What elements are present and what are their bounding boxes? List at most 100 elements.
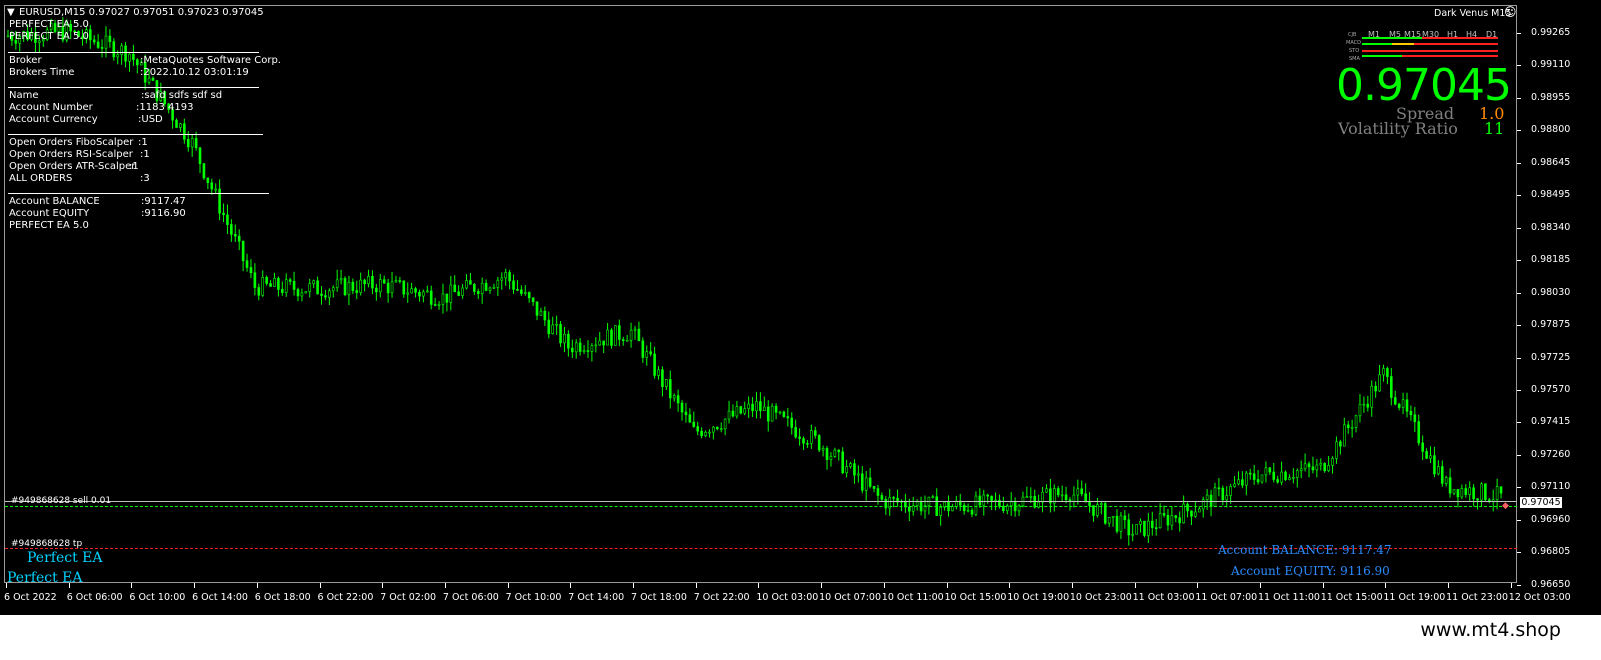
candle [206, 177, 210, 190]
candle [1072, 486, 1076, 508]
candle [731, 404, 735, 418]
candle [1354, 414, 1358, 433]
candle [868, 467, 872, 489]
price-tick-label: 0.97725 [1531, 351, 1571, 363]
candle [1209, 489, 1213, 517]
sell-order-line[interactable] [5, 506, 1517, 507]
candle [304, 291, 308, 294]
price-tick-label: 0.97570 [1531, 383, 1571, 395]
candle [641, 337, 645, 363]
time-tick-label: 6 Oct 22:00 [317, 592, 374, 603]
candle [778, 410, 782, 415]
chart-menu-icon[interactable]: ▼ [7, 7, 15, 19]
price-tick-mark [1517, 325, 1521, 327]
time-tick-label: 11 Oct 07:00 [1195, 592, 1258, 603]
time-tick-mark [1510, 583, 1512, 588]
candle [418, 289, 421, 302]
candle [543, 306, 547, 326]
time-tick-mark [131, 583, 133, 588]
candle [880, 492, 884, 501]
candle [1425, 448, 1428, 460]
candle [896, 489, 899, 507]
price-tick-label: 0.98495 [1531, 189, 1571, 201]
candle [833, 447, 837, 458]
candle [1131, 523, 1134, 542]
candle [308, 278, 312, 298]
strength-bar [1362, 50, 1498, 52]
time-tick-mark [1385, 583, 1387, 588]
candle [939, 504, 942, 526]
candle [253, 263, 257, 296]
candle [261, 270, 265, 297]
time-tick-label: 10 Oct 23:00 [1069, 592, 1132, 603]
account-currency-value: :USD [138, 114, 163, 125]
perfect-ea-label: Perfect EA [27, 550, 103, 566]
candle [680, 399, 684, 421]
candle [375, 283, 378, 301]
candle [316, 276, 319, 295]
candle [966, 503, 970, 513]
candle [551, 316, 555, 335]
candle [1002, 496, 1005, 514]
time-tick-label: 6 Oct 18:00 [254, 592, 311, 603]
candle [508, 269, 511, 290]
candle [367, 269, 370, 288]
candle [629, 322, 633, 348]
price-tick-mark [1517, 97, 1521, 99]
candle [1393, 390, 1397, 406]
candle [1346, 420, 1350, 434]
candle [1080, 480, 1084, 497]
candle [653, 346, 656, 379]
candle [794, 419, 797, 439]
candle [1331, 456, 1334, 474]
price-tick-mark [1517, 454, 1521, 456]
current-price-label: 0.97045 [1520, 497, 1562, 508]
candle [958, 493, 962, 511]
ea-title: PERFECT EA 5.0 [9, 19, 89, 30]
candle [586, 340, 590, 359]
candle [1233, 476, 1236, 488]
candle [1319, 458, 1323, 471]
candle [708, 429, 711, 438]
equity-overlay: Account EQUITY: 9116.90 [1231, 564, 1390, 578]
candle [857, 465, 860, 483]
name-label: Name [9, 90, 39, 101]
price-tick-label: 0.96650 [1531, 578, 1571, 590]
candle [1025, 486, 1029, 499]
candle [782, 410, 786, 418]
candle [1221, 485, 1225, 506]
rsi-orders-label: Open Orders RSI-Scalper [9, 149, 133, 160]
candle [1103, 501, 1107, 525]
candle [751, 397, 754, 417]
candle [661, 366, 664, 397]
candle [1484, 483, 1487, 502]
candle [1041, 486, 1044, 513]
price-tick-mark [1517, 292, 1521, 294]
candle [739, 405, 743, 415]
strength-bar [1362, 55, 1402, 57]
candle [1460, 484, 1464, 500]
candle [347, 275, 351, 306]
candle [1448, 468, 1452, 498]
candle [1088, 492, 1091, 513]
order-arrow-icon: ◆ [1502, 501, 1509, 511]
time-tick-mark [507, 583, 509, 588]
smiley-icon: ☺ [1504, 5, 1517, 19]
candle [331, 285, 335, 298]
price-tick-label: 0.99110 [1531, 59, 1571, 71]
candle [288, 277, 292, 286]
candle [378, 274, 382, 298]
candle [292, 271, 296, 296]
chart-window[interactable]: ▼ EURUSD,M15 0.97027 0.97051 0.97023 0.9… [0, 0, 1601, 615]
candle [269, 280, 272, 287]
candle [1480, 482, 1483, 507]
candle [241, 240, 245, 272]
time-tick-label: 12 Oct 03:00 [1508, 592, 1571, 603]
candle [825, 445, 829, 470]
candle [723, 418, 727, 436]
equity-label: Account EQUITY [9, 208, 90, 219]
candle [426, 285, 429, 293]
price-tick-label: 0.98955 [1531, 91, 1571, 103]
candle [755, 391, 758, 419]
candle [923, 495, 927, 519]
